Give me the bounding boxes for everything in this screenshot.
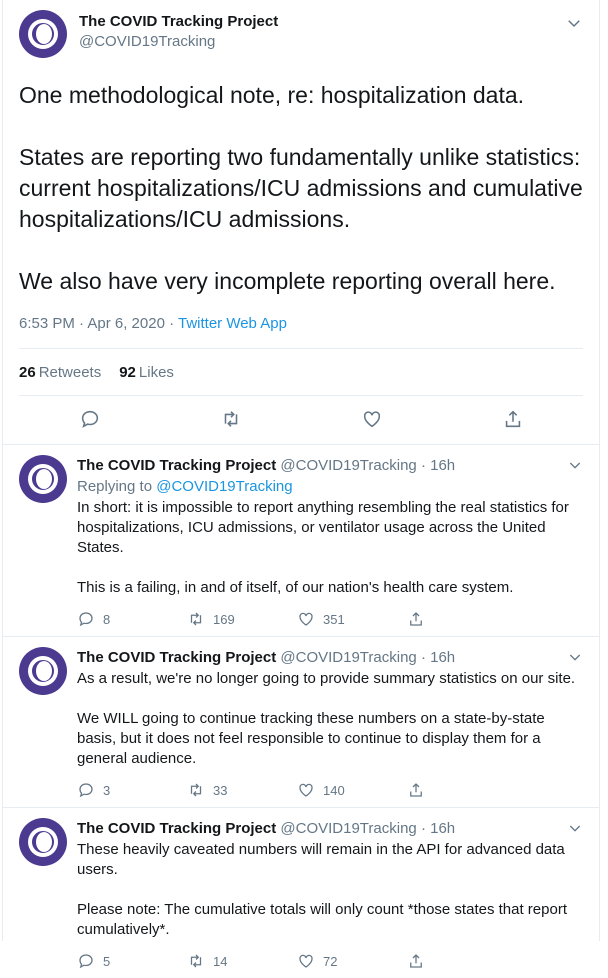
author-block: The COVID Tracking Project @COVID19Track…: [79, 12, 278, 52]
reply-count: 3: [103, 782, 111, 798]
timestamp[interactable]: · 16h: [421, 649, 455, 666]
handle[interactable]: @COVID19Tracking: [79, 32, 278, 52]
heart-icon[interactable]: [352, 404, 392, 434]
share-icon[interactable]: [493, 404, 533, 434]
share-icon: [410, 954, 422, 968]
avatar[interactable]: [19, 10, 67, 58]
retweet-icon[interactable]: [211, 404, 251, 434]
handle[interactable]: @COVID19Tracking: [280, 457, 416, 474]
reply-icon: [79, 783, 93, 798]
retweet-count: 14: [213, 953, 228, 969]
avatar[interactable]: [19, 818, 67, 866]
reply-tweet[interactable]: The COVID Tracking Project @COVID19Track…: [3, 444, 599, 636]
reply-actions: 8 169 351: [77, 610, 517, 628]
retweet-count: 33: [213, 782, 228, 798]
like-count: 140: [323, 782, 345, 798]
retweet-icon: [190, 612, 202, 626]
retweets-count[interactable]: 26: [19, 364, 36, 381]
display-name[interactable]: The COVID Tracking Project: [77, 649, 276, 666]
tweet-meta: 6:53 PM · Apr 6, 2020 · Twitter Web App: [19, 315, 583, 332]
retweets-label[interactable]: Retweets: [39, 364, 102, 381]
main-tweet-header: The COVID Tracking Project @COVID19Track…: [19, 0, 583, 58]
reply-body: The COVID Tracking Project @COVID19Track…: [77, 818, 583, 970]
timeline: The COVID Tracking Project @COVID19Track…: [2, 0, 600, 969]
reply-icon: [79, 612, 93, 627]
avatar[interactable]: [19, 455, 67, 503]
share-icon: [410, 612, 422, 626]
reply-header: The COVID Tracking Project @COVID19Track…: [77, 455, 583, 476]
reply-tweet[interactable]: The COVID Tracking Project @COVID19Track…: [3, 636, 599, 807]
likes-count[interactable]: 92: [119, 364, 136, 381]
chevron-down-icon[interactable]: [567, 457, 583, 473]
reply-actions: 3 33 140: [77, 781, 517, 799]
timestamp[interactable]: 6:53 PM · Apr 6, 2020 ·: [19, 315, 178, 332]
like-count: 351: [323, 611, 345, 627]
reply-header: The COVID Tracking Project @COVID19Track…: [77, 647, 583, 668]
source-link[interactable]: Twitter Web App: [178, 315, 287, 332]
reply-icon: [79, 954, 93, 969]
reply-text: In short: it is impossible to report any…: [77, 499, 569, 596]
chevron-down-icon[interactable]: [567, 649, 583, 665]
avatar[interactable]: [19, 647, 67, 695]
replying-to: Replying to @COVID19Tracking: [77, 476, 583, 497]
like-button[interactable]: 140: [297, 781, 407, 799]
handle[interactable]: @COVID19Tracking: [280, 820, 416, 837]
reply-count: 5: [103, 953, 111, 969]
retweet-icon: [190, 954, 202, 968]
reply-text: These heavily caveated numbers will rema…: [77, 841, 567, 938]
share-icon: [410, 783, 422, 797]
timestamp[interactable]: · 16h: [421, 457, 455, 474]
like-button[interactable]: 72: [297, 952, 407, 970]
display-name[interactable]: The COVID Tracking Project: [77, 820, 276, 837]
chevron-down-icon[interactable]: [565, 14, 583, 32]
share-button[interactable]: [407, 952, 517, 970]
retweet-icon: [190, 783, 202, 797]
replying-to-handle[interactable]: @COVID19Tracking: [156, 478, 292, 495]
reply-body: The COVID Tracking Project @COVID19Track…: [77, 647, 583, 799]
share-button[interactable]: [407, 610, 517, 628]
retweet-count: 169: [213, 611, 235, 627]
likes-label[interactable]: Likes: [139, 364, 174, 381]
share-button[interactable]: [407, 781, 517, 799]
heart-icon: [299, 783, 313, 797]
tweet-text: One methodological note, re: hospitaliza…: [19, 82, 583, 294]
tweet-actions: [19, 396, 583, 444]
retweet-button[interactable]: 169: [187, 610, 297, 628]
reply-button[interactable]: 8: [77, 610, 187, 628]
reply-count: 8: [103, 611, 111, 627]
reply-tweet[interactable]: The COVID Tracking Project @COVID19Track…: [3, 807, 599, 978]
like-count: 72: [323, 953, 338, 969]
reply-button[interactable]: 3: [77, 781, 187, 799]
reply-actions: 5 14 72: [77, 952, 517, 970]
reply-button[interactable]: 5: [77, 952, 187, 970]
timestamp[interactable]: · 16h: [421, 820, 455, 837]
reply-icon[interactable]: [70, 404, 110, 434]
main-tweet: The COVID Tracking Project @COVID19Track…: [3, 0, 599, 444]
heart-icon: [299, 954, 313, 968]
reply-body: The COVID Tracking Project @COVID19Track…: [77, 455, 583, 628]
display-name[interactable]: The COVID Tracking Project: [79, 12, 278, 32]
retweet-button[interactable]: 14: [187, 952, 297, 970]
heart-icon: [299, 612, 313, 626]
replying-to-label: Replying to: [77, 478, 157, 495]
reply-text: As a result, we're no longer going to pr…: [77, 670, 576, 767]
reply-header: The COVID Tracking Project @COVID19Track…: [77, 818, 583, 839]
handle[interactable]: @COVID19Tracking: [280, 649, 416, 666]
like-button[interactable]: 351: [297, 610, 407, 628]
chevron-down-icon[interactable]: [567, 820, 583, 836]
engagement-stats: 26 Retweets 92 Likes: [19, 349, 583, 395]
display-name[interactable]: The COVID Tracking Project: [77, 457, 276, 474]
retweet-button[interactable]: 33: [187, 781, 297, 799]
